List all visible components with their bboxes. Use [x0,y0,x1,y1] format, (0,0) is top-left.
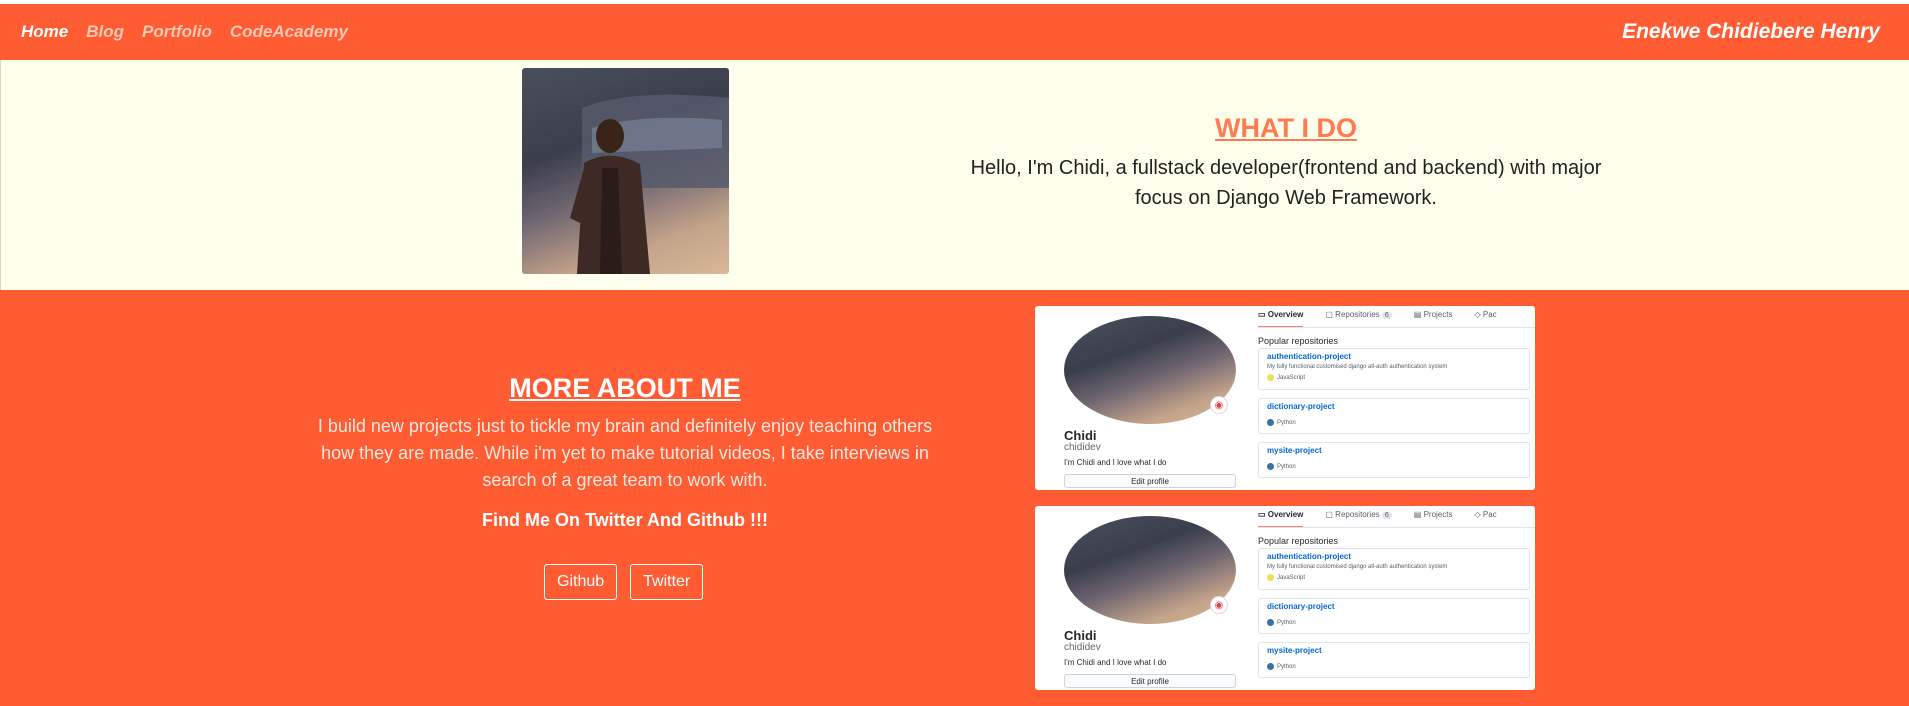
edit-profile-button: Edit profile [1064,474,1236,488]
repo-language-label: Python [1277,663,1296,670]
intro-section: WHAT I DO Hello, I'm Chidi, a fullstack … [0,60,1909,290]
repo-card: authentication-project My fully function… [1258,548,1530,590]
repo-description: My fully functional customised django al… [1267,364,1448,370]
repo-language-label: JavaScript [1277,574,1306,581]
twitter-button[interactable]: Twitter [630,564,704,600]
github-screenshot-card: ◉ Chidi chididev I'm Chidi and I love wh… [1035,506,1535,690]
repo-card: authentication-project My fully function… [1258,348,1530,390]
tab-projects: ▤ Projects [1414,310,1453,328]
repo-language: Python [1267,663,1521,670]
github-tabs: ▭ Overview ▢ Repositories 6 ▤ Projects ◇… [1258,310,1535,328]
nav-links: Home Blog Portfolio CodeAcademy [21,22,348,42]
tab-repositories-label: Repositories [1335,510,1380,519]
project-icon: ▤ [1413,510,1422,519]
project-icon: ▤ [1413,310,1422,319]
tab-overview: ▭ Overview [1258,510,1304,528]
tab-overview-label: Overview [1267,310,1304,319]
github-screenshot-card: ◉ Chidi chididev I'm Chidi and I love wh… [1035,306,1535,490]
tab-packages: ◇ Pac [1474,510,1496,528]
tab-projects-label: Projects [1423,510,1453,519]
nav-link-codeacademy[interactable]: CodeAcademy [230,22,348,42]
what-i-do-heading: WHAT I DO [1215,113,1357,143]
nav-link-blog[interactable]: Blog [86,22,124,42]
about-section: MORE ABOUT ME I build new projects just … [0,290,1909,706]
tab-projects: ▤ Projects [1414,510,1453,528]
book-icon: ▭ [1258,510,1266,519]
nav-link-portfolio[interactable]: Portfolio [142,22,212,42]
tab-overview-label: Overview [1267,510,1304,519]
repo-card: dictionary-project Python [1258,398,1530,434]
language-dot-icon [1267,574,1274,581]
tabs-divider [1258,527,1535,528]
repo-name: mysite-project [1267,646,1322,655]
language-dot-icon [1267,663,1274,670]
status-emoji-icon: ◉ [1210,596,1228,614]
popular-repos-heading: Popular repositories [1258,536,1339,546]
nav-link-home[interactable]: Home [21,22,68,42]
github-bio: I'm Chidi and I love what I do [1064,458,1167,467]
repo-name: dictionary-project [1267,402,1335,411]
popular-repos-heading: Popular repositories [1258,336,1339,346]
edit-profile-button: Edit profile [1064,674,1236,688]
package-icon: ◇ [1474,510,1481,519]
repo-card: mysite-project Python [1258,642,1530,678]
github-name: Chidi [1064,628,1097,643]
tabs-divider [1258,327,1535,328]
language-dot-icon [1267,374,1274,381]
github-username: chididev [1064,642,1101,653]
tab-packages-label: Pac [1482,310,1497,319]
repo-description: My fully functional customised django al… [1267,564,1448,570]
github-button[interactable]: Github [544,564,618,600]
github-name: Chidi [1064,428,1097,443]
tab-repositories: ▢ Repositories 6 [1325,310,1392,328]
language-dot-icon [1267,419,1274,426]
repo-name: dictionary-project [1267,602,1335,611]
status-emoji-icon: ◉ [1210,396,1228,414]
repo-name: mysite-project [1267,446,1322,455]
package-icon: ◇ [1474,310,1481,319]
what-i-do-text: Hello, I'm Chidi, a fullstack developer(… [970,157,1602,209]
tab-projects-label: Projects [1423,310,1453,319]
repo-language-label: Python [1277,419,1296,426]
repo-language: Python [1267,463,1521,470]
github-bio: I'm Chidi and I love what I do [1064,658,1167,667]
book-icon: ▭ [1258,310,1266,319]
repo-name: authentication-project [1267,352,1352,361]
repo-language-label: Python [1277,619,1296,626]
repo-count-badge: 6 [1381,312,1392,319]
repo-language: Python [1267,619,1521,626]
top-navbar: Home Blog Portfolio CodeAcademy Enekwe C… [0,0,1909,60]
repo-card: mysite-project Python [1258,442,1530,478]
repo-language-label: Python [1277,463,1296,470]
more-about-me-heading: MORE ABOUT ME [509,373,741,403]
tab-packages: ◇ Pac [1474,310,1496,328]
page: Home Blog Portfolio CodeAcademy Enekwe C… [0,0,1909,706]
tab-repositories-label: Repositories [1335,310,1380,319]
tab-repositories: ▢ Repositories 6 [1325,510,1392,528]
repo-language: JavaScript [1267,574,1521,581]
repo-language-label: JavaScript [1277,374,1306,381]
repo-language: JavaScript [1267,374,1521,381]
repo-icon: ▢ [1325,310,1333,319]
more-about-me-text: I build new projects just to tickle my b… [317,416,933,490]
tab-overview: ▭ Overview [1258,310,1304,328]
repo-count-badge: 6 [1381,512,1392,519]
social-buttons: Github Twitter [544,564,704,600]
repo-card: dictionary-project Python [1258,598,1530,634]
repo-icon: ▢ [1325,510,1333,519]
find-me-text: Find Me On Twitter And Github !!! [482,510,768,530]
tab-packages-label: Pac [1482,510,1497,519]
profile-photo [522,68,729,274]
site-brand[interactable]: Enekwe Chidiebere Henry [1622,20,1880,44]
repo-name: authentication-project [1267,552,1352,561]
github-tabs: ▭ Overview ▢ Repositories 6 ▤ Projects ◇… [1258,510,1535,528]
github-username: chididev [1064,442,1101,453]
language-dot-icon [1267,463,1274,470]
language-dot-icon [1267,619,1274,626]
repo-language: Python [1267,419,1521,426]
